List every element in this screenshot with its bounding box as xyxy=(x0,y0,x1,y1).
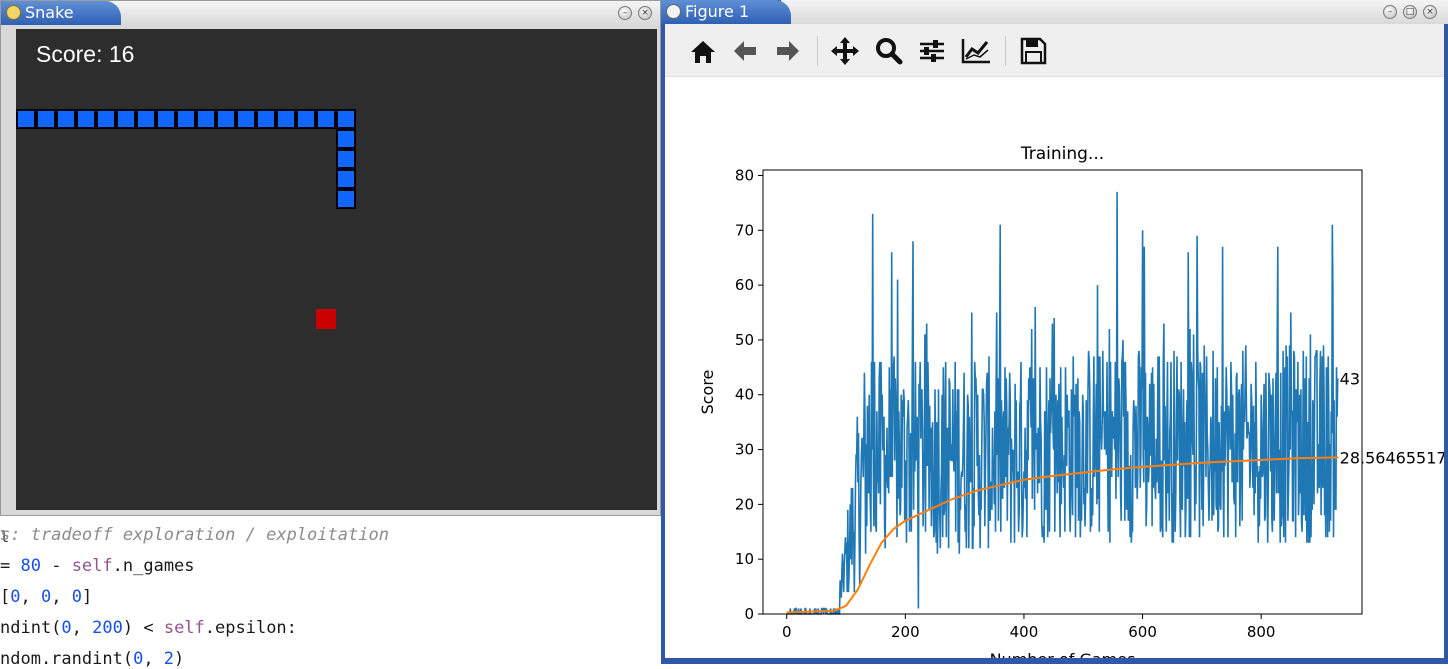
snake-window[interactable]: Snake – × Score: 16 xyxy=(0,0,661,516)
chart-title: Training... xyxy=(1020,144,1104,164)
snake-segment xyxy=(76,109,96,129)
snake-board[interactable]: Score: 16 xyxy=(16,29,657,510)
home-icon xyxy=(691,41,715,63)
y-tick-label: 20 xyxy=(735,495,754,513)
snake-segment xyxy=(336,129,356,149)
snake-segment xyxy=(336,149,356,169)
snake-segment xyxy=(96,109,116,129)
maximize-button[interactable]: □ xyxy=(1403,5,1417,19)
back-button[interactable] xyxy=(729,36,761,66)
x-tick-label: 800 xyxy=(1247,623,1276,641)
figure-title-tab[interactable]: Figure 1 xyxy=(661,0,791,24)
snake-window-title: Snake xyxy=(25,3,74,22)
snake-segment xyxy=(336,109,356,129)
snake-segment xyxy=(216,109,236,129)
y-tick-label: 50 xyxy=(735,331,754,349)
figure-canvas-area: 0 200 400 600 800 0 10 20 30 40 50 60 70 80 Training..… xyxy=(665,24,1444,658)
snake-segment xyxy=(176,109,196,129)
snake-segment xyxy=(16,109,36,129)
close-button[interactable]: × xyxy=(638,6,652,20)
snake-segment xyxy=(36,109,56,129)
snake-segment xyxy=(116,109,136,129)
magnifier-icon xyxy=(876,38,903,65)
snake-segment xyxy=(196,109,216,129)
snake-segment xyxy=(336,169,356,189)
code-line: ndom.randint(0, 2) xyxy=(0,649,185,669)
line-chart-icon xyxy=(961,39,990,64)
y-axis-label: Score xyxy=(698,370,717,415)
score-last-value-label: 43 xyxy=(1340,369,1360,388)
forward-button[interactable] xyxy=(772,36,804,66)
snake-segment xyxy=(336,189,356,209)
y-tick-label: 70 xyxy=(735,221,754,239)
snake-title-tab[interactable]: Snake xyxy=(1,1,121,25)
x-tick-label: 400 xyxy=(1010,623,1039,641)
figure-titlebar[interactable]: Figure 1 – □ × xyxy=(661,0,1448,24)
arrow-left-icon xyxy=(734,41,756,61)
figure-window-title: Figure 1 xyxy=(685,2,750,21)
figure-window[interactable]: Figure 1 – □ × 0 200 400 600 800 0 10 20… xyxy=(661,0,1448,664)
zoom-button[interactable] xyxy=(873,36,905,66)
close-button[interactable]: × xyxy=(1423,5,1437,19)
y-tick-label: 30 xyxy=(735,441,754,459)
minimize-button[interactable]: – xyxy=(1383,5,1397,19)
y-tick-label: 40 xyxy=(735,386,754,404)
code-line: [0, 0, 0] xyxy=(0,587,93,607)
mean-score-last-value-label: 28.56465517 xyxy=(1340,448,1444,467)
snake-segment xyxy=(156,109,176,129)
floppy-disk-icon xyxy=(1020,37,1047,65)
minimize-button[interactable]: – xyxy=(618,6,632,20)
y-tick-label: 0 xyxy=(744,605,754,623)
score-series-line xyxy=(786,191,1339,615)
sliders-icon xyxy=(920,40,944,62)
pygame-icon xyxy=(6,5,21,20)
edit-axis-button[interactable] xyxy=(960,36,992,66)
save-button[interactable] xyxy=(1017,36,1049,66)
snake-segment xyxy=(296,109,316,129)
x-tick-label: 600 xyxy=(1128,623,1157,641)
configure-subplots-button[interactable] xyxy=(916,36,948,66)
snake-segment xyxy=(316,109,336,129)
code-line: s: tradeoff exploration / exploitation xyxy=(0,525,389,545)
snake-segment xyxy=(276,109,296,129)
move-icon xyxy=(831,37,859,65)
snake-segment xyxy=(56,109,76,129)
snake-titlebar[interactable]: Snake – × xyxy=(1,1,660,25)
navigation-toolbar xyxy=(665,24,1444,77)
y-tick-label: 10 xyxy=(735,550,754,568)
training-chart[interactable]: 0 200 400 600 800 0 10 20 30 40 50 60 70 80 Training..… xyxy=(665,76,1444,658)
y-tick-label: 60 xyxy=(735,276,754,294)
score-text: Score: 16 xyxy=(36,41,135,67)
snake-segment xyxy=(236,109,256,129)
x-axis-label: Number of Games xyxy=(990,650,1136,658)
food-pellet xyxy=(316,309,336,329)
snake-segment xyxy=(256,109,276,129)
matplotlib-icon xyxy=(666,4,681,19)
code-line: = 80 - self.n_games xyxy=(0,556,195,576)
arrow-right-icon xyxy=(777,41,799,61)
pan-button[interactable] xyxy=(829,36,861,66)
x-tick-label: 0 xyxy=(782,623,792,641)
snake-segment xyxy=(136,109,156,129)
y-tick-label: 80 xyxy=(735,166,754,184)
code-line: ndint(0, 200) < self.epsilon: xyxy=(0,618,297,638)
home-button[interactable] xyxy=(687,36,719,66)
x-tick-label: 200 xyxy=(891,623,920,641)
